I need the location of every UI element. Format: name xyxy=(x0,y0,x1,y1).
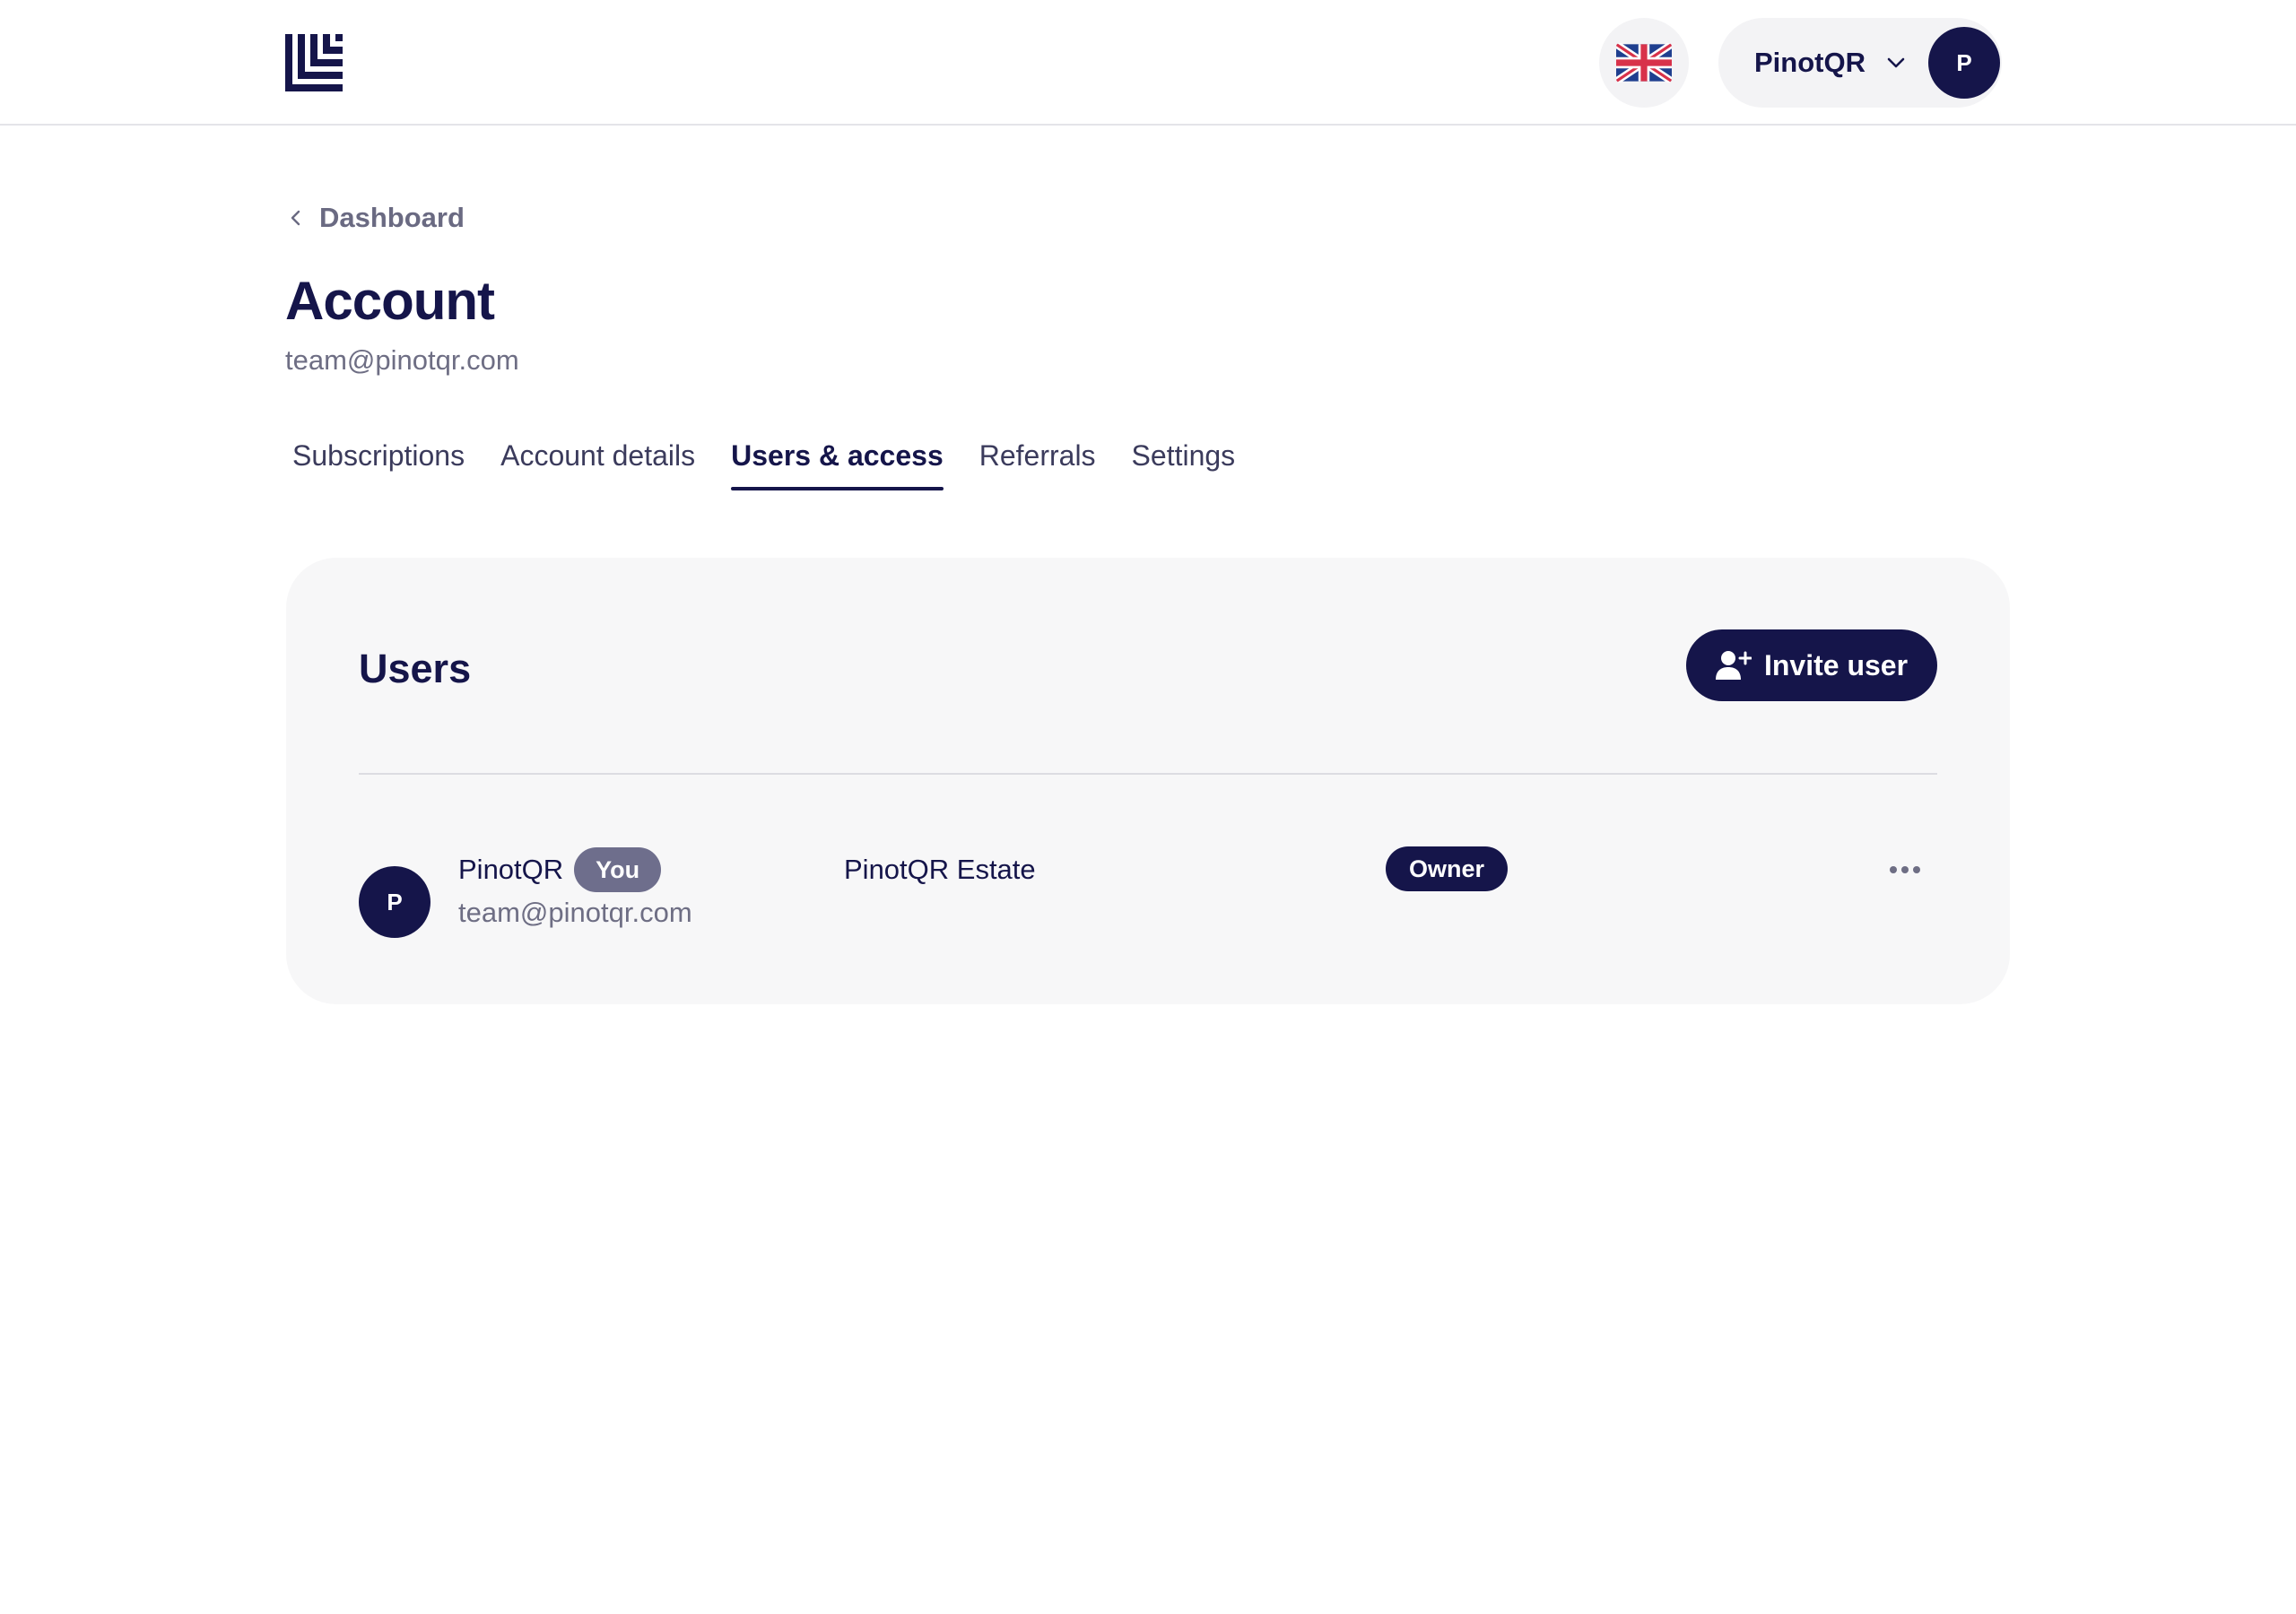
row-actions-button[interactable] xyxy=(1883,852,1926,888)
brand-logo-icon[interactable] xyxy=(285,34,343,91)
tab-users-access[interactable]: Users & access xyxy=(731,439,944,490)
chevron-left-icon xyxy=(291,210,300,226)
tab-subscriptions[interactable]: Subscriptions xyxy=(292,439,465,490)
account-switcher[interactable]: PinotQR P xyxy=(1718,18,2002,108)
page-subtitle-email: team@pinotqr.com xyxy=(285,344,519,376)
account-tabs: Subscriptions Account details Users & ac… xyxy=(292,439,1235,490)
avatar: P xyxy=(359,866,430,938)
user-name-line: PinotQR You xyxy=(458,846,662,893)
role-badge: Owner xyxy=(1386,846,1509,891)
tab-account-details[interactable]: Account details xyxy=(500,439,695,490)
user-name: PinotQR xyxy=(458,854,564,885)
tab-settings[interactable]: Settings xyxy=(1132,439,1236,490)
divider xyxy=(359,773,1937,775)
breadcrumb-label: Dashboard xyxy=(319,202,465,233)
page-title: Account xyxy=(285,271,495,331)
language-switcher-button[interactable] xyxy=(1599,18,1689,108)
uk-flag-icon xyxy=(1616,43,1672,82)
breadcrumb-dashboard-link[interactable]: Dashboard xyxy=(285,195,465,240)
user-organization: PinotQR Estate xyxy=(844,854,1036,885)
users-card-title: Users xyxy=(359,646,472,691)
tab-referrals[interactable]: Referrals xyxy=(979,439,1096,490)
chevron-down-icon xyxy=(1887,57,1905,68)
users-card: Users Invite user P PinotQR You team@pin… xyxy=(286,558,2010,1004)
more-horizontal-icon xyxy=(1890,866,1920,873)
you-badge: You xyxy=(574,847,662,892)
invite-user-label: Invite user xyxy=(1763,648,1909,681)
user-email: team@pinotqr.com xyxy=(458,897,692,928)
user-plus-icon xyxy=(1715,651,1752,680)
avatar: P xyxy=(1928,27,2000,99)
top-header: PinotQR P xyxy=(0,0,2296,126)
invite-user-button[interactable]: Invite user xyxy=(1686,629,1937,701)
table-row: P PinotQR You team@pinotqr.com PinotQR E… xyxy=(359,846,1937,945)
account-name: PinotQR xyxy=(1754,47,1866,78)
